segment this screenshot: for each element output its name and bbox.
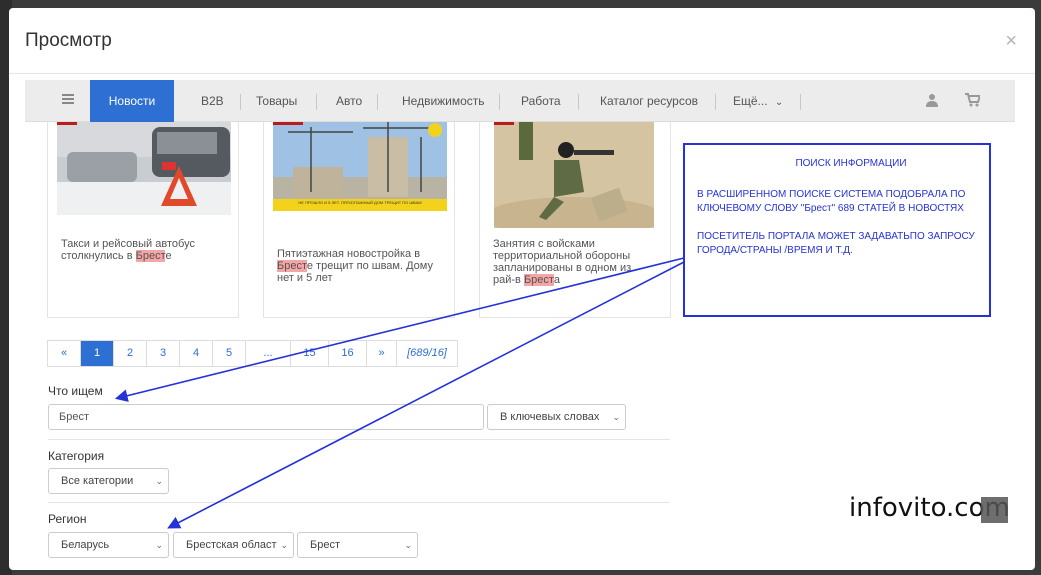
tab-goods[interactable]: Товары — [250, 80, 303, 122]
tab-realty[interactable]: Недвижимость — [396, 80, 491, 122]
nav-divider — [499, 94, 500, 110]
nav-divider — [715, 94, 716, 110]
cart-icon[interactable] — [965, 93, 982, 110]
card-text: Пятиэтажная новостройка в — [277, 248, 421, 260]
news-image-accident[interactable] — [57, 122, 231, 215]
news-card-title[interactable]: Такси и рейсовый автобус столкнулись в Б… — [61, 238, 231, 262]
nav-divider — [377, 94, 378, 110]
tab-jobs[interactable]: Работа — [515, 80, 567, 122]
oblast-select[interactable]: Брестская област ⌄ — [173, 532, 294, 558]
divider — [48, 502, 670, 503]
page-3-button[interactable]: 3 — [147, 341, 180, 366]
category-select[interactable]: Все категории ⌄ — [48, 468, 169, 494]
divider — [48, 439, 670, 440]
search-mode-select[interactable]: В ключевых словах ⌄ — [487, 404, 626, 430]
chevron-down-icon: ⌄ — [612, 412, 620, 422]
page-ellipsis: ... — [246, 341, 291, 366]
news-image-building[interactable]: НЕ ПРОШЛО И 5 ЛЕТ. ПЯТИЭТАЖНЫЙ ДОМ ТРЕЩИ… — [273, 122, 447, 211]
search-highlight: Брест — [523, 274, 554, 286]
category-label: Категория — [48, 449, 105, 463]
results-count: [689/16] — [407, 347, 447, 359]
user-icon[interactable] — [926, 93, 938, 110]
country-value: Беларусь — [61, 539, 110, 551]
tab-news[interactable]: Новости — [90, 80, 174, 122]
page-1-button[interactable]: 1 — [81, 341, 114, 366]
search-mode-value: В ключевых словах — [500, 411, 600, 423]
tab-b2b[interactable]: B2B — [195, 80, 230, 122]
category-value: Все категории — [61, 475, 134, 487]
close-icon[interactable]: × — [1005, 30, 1017, 53]
menu-icon[interactable] — [61, 91, 77, 109]
page-2-button[interactable]: 2 — [114, 341, 147, 366]
region-label: Регион — [48, 512, 87, 526]
news-card-title[interactable]: Занятия с войсками территориальной оборо… — [493, 238, 643, 286]
card-text: Такси и рейсовый автобус столкнулись в — [61, 238, 195, 262]
annotation-text: ПОСЕТИТЕЛЬ ПОРТАЛА МОЖЕТ ЗАДАВАТЬПО ЗАПР… — [697, 231, 975, 242]
nav-divider — [800, 94, 801, 110]
city-select[interactable]: Брест ⌄ — [297, 532, 418, 558]
page-4-button[interactable]: 4 — [180, 341, 213, 366]
pagination: « 1 2 3 4 5 ... 15 16 » [689/16] — [47, 340, 458, 367]
nav-divider — [316, 94, 317, 110]
chevron-down-icon: ⌄ — [155, 476, 163, 486]
news-card[interactable]: Такси и рейсовый автобус столкнулись в Б… — [47, 122, 239, 318]
page-prev-button[interactable]: « — [48, 341, 81, 366]
annotation-title: ПОИСК ИНФОРМАЦИИ — [795, 158, 907, 169]
card-text: е — [165, 250, 172, 262]
annotation-box: ПОИСК ИНФОРМАЦИИ В РАСШИРЕННОМ ПОИСКЕ СИ… — [683, 143, 991, 317]
image-caption: НЕ ПРОШЛО И 5 ЛЕТ. ПЯТИЭТАЖНЫЙ ДОМ ТРЕЩИ… — [298, 200, 422, 205]
tab-auto[interactable]: Авто — [330, 80, 368, 122]
search-label: Что ищем — [48, 384, 103, 398]
watermark-box — [981, 497, 1008, 523]
tab-more[interactable]: Ещё... ⌄ — [727, 80, 789, 122]
tab-more-label: Ещё... — [733, 94, 768, 108]
chevron-down-icon: ⌄ — [774, 97, 784, 108]
tab-catalog[interactable]: Каталог ресурсов — [594, 80, 704, 122]
annotation-text: ГОРОДА/СТРАНЫ /ВРЕМЯ И Т.Д. — [697, 245, 853, 256]
search-highlight: Брест — [277, 260, 307, 272]
page-5-button[interactable]: 5 — [213, 341, 246, 366]
card-text: Занятия с войсками территориальной оборо… — [493, 238, 632, 286]
country-select[interactable]: Беларусь ⌄ — [48, 532, 169, 558]
oblast-value: Брестская област — [186, 539, 277, 551]
annotation-text: В РАСШИРЕННОМ ПОИСКЕ СИСТЕМА ПОДОБРАЛА П… — [697, 189, 966, 200]
modal-header: Просмотр × — [9, 8, 1035, 74]
nav-divider — [240, 94, 241, 110]
news-card[interactable]: НЕ ПРОШЛО И 5 ЛЕТ. ПЯТИЭТАЖНЫЙ ДОМ ТРЕЩИ… — [263, 122, 455, 318]
top-navbar: Новости B2B Товары Авто Недвижимость Раб… — [25, 80, 1015, 122]
annotation-text: КЛЮЧЕВОМУ СЛОВУ "Брест" 689 СТАТЕЙ В НОВ… — [697, 203, 964, 214]
news-image-soldiers[interactable] — [494, 122, 654, 228]
chevron-down-icon: ⌄ — [155, 540, 163, 550]
page-next-button[interactable]: » — [367, 341, 397, 366]
city-value: Брест — [310, 539, 340, 551]
search-highlight: Брест — [135, 250, 166, 262]
card-text: а — [553, 274, 560, 286]
chevron-down-icon: ⌄ — [280, 540, 288, 550]
page-15-button[interactable]: 15 — [291, 341, 329, 366]
modal-title: Просмотр — [25, 30, 112, 51]
chevron-down-icon: ⌄ — [404, 540, 412, 550]
search-input[interactable]: Брест — [48, 404, 484, 430]
news-card-title[interactable]: Пятиэтажная новостройка в Бресте трещит … — [277, 248, 452, 284]
news-card[interactable]: Занятия с войсками территориальной оборо… — [479, 122, 671, 318]
nav-divider — [578, 94, 579, 110]
page-16-button[interactable]: 16 — [329, 341, 367, 366]
